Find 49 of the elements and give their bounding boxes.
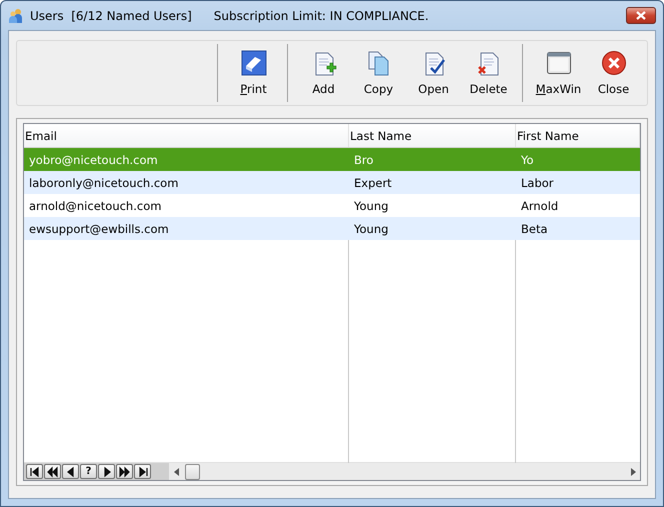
last-button[interactable] bbox=[134, 464, 151, 479]
close-icon bbox=[636, 11, 646, 20]
table-row[interactable]: ewsupport@ewbills.com Young Beta bbox=[24, 217, 640, 240]
column-header[interactable]: Email bbox=[24, 124, 349, 147]
table-cell-text: Expert bbox=[353, 174, 393, 192]
toolbar-button[interactable]: Close bbox=[586, 44, 641, 102]
scroll-thumb[interactable] bbox=[185, 464, 200, 480]
table-cell-text: Labor bbox=[520, 174, 555, 192]
help-button[interactable]: ? bbox=[80, 464, 97, 479]
prev-page-button[interactable] bbox=[44, 464, 61, 479]
print-icon bbox=[240, 50, 266, 76]
toolbar-button[interactable]: Copy bbox=[351, 44, 406, 102]
copy-icon bbox=[366, 50, 392, 76]
next-button[interactable] bbox=[98, 464, 115, 479]
close-icon bbox=[600, 50, 626, 76]
first-button[interactable] bbox=[26, 464, 43, 479]
column-header[interactable]: Last Name bbox=[349, 124, 516, 147]
users-icon bbox=[8, 8, 24, 24]
first-icon bbox=[29, 466, 40, 478]
scroll-right-icon bbox=[630, 468, 636, 476]
table-cell-text: Young bbox=[353, 220, 390, 238]
window-title: Users [6/12 Named Users] bbox=[30, 8, 192, 22]
toolbar-button[interactable]: Add bbox=[296, 44, 351, 102]
toolbar-button[interactable]: Open bbox=[406, 44, 461, 102]
close-button[interactable] bbox=[626, 7, 656, 24]
document-delete-icon bbox=[476, 50, 502, 76]
table-cell-text: laboronly@nicetouch.com bbox=[28, 174, 180, 192]
next-page-button[interactable] bbox=[116, 464, 133, 479]
scroll-left-icon bbox=[174, 468, 178, 476]
table-row[interactable]: laboronly@nicetouch.com Expert Labor bbox=[24, 171, 640, 194]
prev-button[interactable] bbox=[62, 464, 79, 479]
column-header[interactable]: First Name bbox=[516, 124, 640, 147]
prev-page-icon bbox=[47, 466, 58, 478]
table-cell-text: yobro@nicetouch.com bbox=[28, 152, 159, 168]
table-cell-text: ewsupport@ewbills.com bbox=[28, 220, 170, 238]
subscription-status: Subscription Limit: IN COMPLIANCE. bbox=[214, 8, 429, 22]
table-cell-text: arnold@nicetouch.com bbox=[28, 198, 162, 214]
table-cell-text: Beta bbox=[520, 220, 549, 238]
table-cell-text: Arnold bbox=[520, 198, 560, 214]
prev-icon bbox=[65, 466, 76, 478]
window-icon bbox=[546, 50, 572, 76]
toolbar-button[interactable]: Print bbox=[226, 44, 281, 102]
toolbar-button[interactable]: Delete bbox=[461, 44, 516, 102]
last-icon bbox=[137, 466, 148, 478]
table-cell-text: Bro bbox=[353, 152, 374, 168]
table-cell-text: Yo bbox=[520, 152, 535, 168]
toolbar-button[interactable]: MaxWin bbox=[531, 44, 586, 102]
next-page-icon bbox=[119, 466, 130, 478]
table-cell-text: Young bbox=[353, 198, 390, 214]
